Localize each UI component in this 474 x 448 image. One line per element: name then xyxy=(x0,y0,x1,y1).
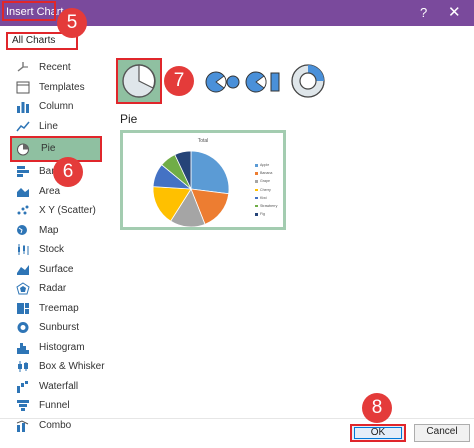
footer-divider xyxy=(0,418,474,419)
histogram-chart-icon xyxy=(17,342,29,354)
box-whisker-chart-icon xyxy=(18,361,28,372)
legend-swatch xyxy=(255,180,258,183)
sidebar-item-label: Pie xyxy=(41,143,56,154)
sidebar-item-pie[interactable]: Pie xyxy=(10,136,102,162)
legend-item: Fig xyxy=(255,210,277,218)
funnel-chart-icon xyxy=(17,400,29,411)
pie-subtype-button[interactable] xyxy=(116,58,162,104)
legend-item: Strawberry xyxy=(255,202,277,210)
callout-badge: 8 xyxy=(362,393,392,423)
ok-button[interactable]: OK xyxy=(350,424,406,442)
legend-label: Strawberry xyxy=(260,203,278,208)
close-button[interactable]: ✕ xyxy=(448,3,461,21)
sidebar-item-label: Sunburst xyxy=(39,322,80,333)
legend-item: Apple xyxy=(255,161,277,169)
sidebar-item-funnel[interactable]: Funnel xyxy=(10,396,110,416)
legend-label: Apple xyxy=(260,163,270,167)
legend-swatch xyxy=(255,213,258,216)
sidebar-item-label: Line xyxy=(39,120,58,132)
sidebar-item-label: Stock xyxy=(39,244,65,255)
map-chart-icon xyxy=(17,224,27,235)
legend-label: Kiwi xyxy=(260,195,267,200)
callout-badge: 7 xyxy=(164,66,194,96)
chart-type-heading: Pie xyxy=(120,112,138,126)
legend-swatch xyxy=(255,188,258,192)
legend-item: Kiwi xyxy=(255,194,277,202)
pie-chart-icon xyxy=(17,143,29,156)
sidebar-item-treemap[interactable]: Treemap xyxy=(10,299,110,319)
pie-of-pie-subtype-button[interactable] xyxy=(204,70,242,97)
pie-subtype-icon xyxy=(122,64,156,98)
sidebar-item-line[interactable]: Line xyxy=(10,117,110,137)
area-chart-icon xyxy=(17,187,29,197)
sidebar-item-label: Column xyxy=(39,101,74,112)
waterfall-chart-icon xyxy=(17,380,28,393)
sidebar-item-label: Templates xyxy=(39,81,85,93)
radar-chart-icon xyxy=(16,282,30,295)
legend-swatch xyxy=(255,196,258,200)
sidebar-item-waterfall[interactable]: Waterfall xyxy=(10,377,110,397)
sidebar-item-histogram[interactable]: Histogram xyxy=(10,338,110,358)
cancel-button[interactable]: Cancel xyxy=(414,424,470,442)
bar-chart-icon xyxy=(17,166,29,177)
sidebar-item-label: X Y (Scatter) xyxy=(39,205,96,216)
bar-of-pie-subtype-icon xyxy=(245,71,280,93)
legend-label: Cherry xyxy=(260,187,271,192)
line-chart-icon xyxy=(16,121,30,131)
doughnut-subtype-button[interactable] xyxy=(290,63,326,102)
bar-of-pie-subtype-button[interactable] xyxy=(244,70,284,97)
title-highlight-box xyxy=(2,1,56,21)
legend-swatch xyxy=(255,172,258,175)
sidebar-item-stock[interactable]: Stock xyxy=(10,240,110,260)
legend-item: Grape xyxy=(255,177,277,185)
legend-item: Cherry xyxy=(255,186,277,194)
combo-chart-icon xyxy=(16,419,29,432)
sidebar-item-label: Waterfall xyxy=(39,380,79,392)
callout-badge: 6 xyxy=(53,157,83,187)
chart-type-list: Recent Templates Column Line Pie Bar Are… xyxy=(10,58,110,435)
recent-icon xyxy=(17,62,28,72)
sidebar-item-map[interactable]: Map xyxy=(10,221,110,241)
legend-swatch xyxy=(255,204,258,208)
sidebar-item-label: Combo xyxy=(39,419,72,431)
sidebar-item-sunburst[interactable]: Sunburst xyxy=(10,318,110,338)
preview-legend: Apple Banana Grape Cherry Kiwi Strawberr… xyxy=(255,161,277,218)
sidebar-item-box-whisker[interactable]: Box & Whisker xyxy=(10,357,110,377)
sidebar-item-label: Area xyxy=(39,185,61,197)
sidebar-item-label: Funnel xyxy=(39,400,70,411)
sidebar-item-label: Recent xyxy=(39,62,71,73)
sidebar-item-label: Histogram xyxy=(39,341,85,353)
stock-chart-icon xyxy=(18,244,29,255)
sidebar-item-column[interactable]: Column xyxy=(10,97,110,117)
sidebar-item-label: Surface xyxy=(39,263,74,275)
pie-slice-apple xyxy=(190,150,230,195)
templates-icon xyxy=(16,81,30,93)
treemap-chart-icon xyxy=(17,302,29,314)
sidebar-item-recent[interactable]: Recent xyxy=(10,58,110,78)
sidebar-item-label: Map xyxy=(39,224,59,236)
scatter-chart-icon xyxy=(17,205,29,215)
pie-of-pie-subtype-icon xyxy=(205,71,240,93)
sidebar-item-label: Treemap xyxy=(39,302,79,314)
doughnut-subtype-icon xyxy=(291,64,325,98)
legend-label: Banana xyxy=(260,171,273,176)
ok-button-label: OK xyxy=(370,427,386,438)
sidebar-item-templates[interactable]: Templates xyxy=(10,78,110,98)
sidebar-item-radar[interactable]: Radar xyxy=(10,279,110,299)
sidebar-item-scatter[interactable]: X Y (Scatter) xyxy=(10,201,110,221)
help-button[interactable]: ? xyxy=(420,5,427,20)
sidebar-item-surface[interactable]: Surface xyxy=(10,260,110,280)
sunburst-chart-icon xyxy=(17,322,29,333)
legend-swatch xyxy=(255,164,258,167)
callout-badge: 5 xyxy=(57,8,87,38)
legend-label: Fig xyxy=(260,212,265,217)
sidebar-item-label: Box & Whisker xyxy=(39,361,105,372)
legend-item: Banana xyxy=(255,169,277,177)
legend-label: Grape xyxy=(260,179,270,184)
chart-preview[interactable]: Total Apple Banana Grape Cherry Kiwi Str… xyxy=(120,130,286,230)
surface-chart-icon xyxy=(17,264,29,275)
column-chart-icon xyxy=(17,102,29,113)
sidebar-item-label: Radar xyxy=(39,283,67,294)
